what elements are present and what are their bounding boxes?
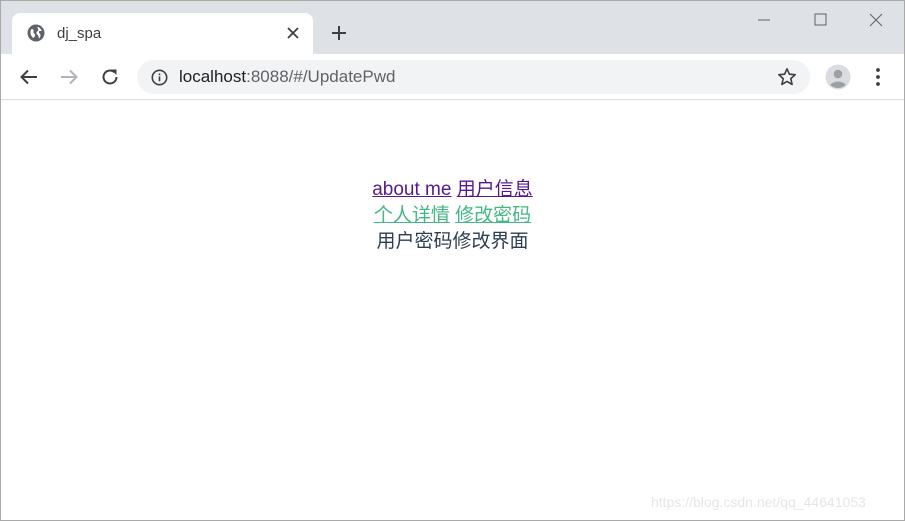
- reload-button[interactable]: [98, 65, 122, 89]
- plus-icon: [332, 26, 346, 40]
- maximize-button[interactable]: [806, 9, 836, 31]
- url-path: :8088/#/UpdatePwd: [246, 67, 396, 86]
- star-icon[interactable]: [777, 67, 797, 87]
- new-tab-button[interactable]: [327, 21, 351, 45]
- nav-link-personal-details[interactable]: 个人详情: [374, 205, 450, 226]
- info-icon[interactable]: [151, 69, 168, 86]
- nav-link-change-password[interactable]: 修改密码: [455, 205, 531, 226]
- secondary-nav: 个人详情 修改密码: [1, 203, 904, 229]
- tab-strip: dj_spa: [1, 1, 904, 54]
- app-root: about me 用户信息 个人详情 修改密码 用户密码修改界面: [1, 177, 904, 255]
- tab-close-button[interactable]: [283, 23, 303, 43]
- globe-icon: [27, 24, 45, 42]
- back-button[interactable]: [17, 65, 41, 89]
- watermark: https://blog.csdn.net/qq_44641053: [651, 494, 866, 510]
- address-bar[interactable]: localhost:8088/#/UpdatePwd: [137, 60, 810, 94]
- nav-link-about-me[interactable]: about me: [372, 179, 451, 200]
- browser-toolbar: localhost:8088/#/UpdatePwd: [1, 54, 904, 100]
- router-view-text: 用户密码修改界面: [376, 231, 529, 252]
- avatar-icon[interactable]: [825, 64, 851, 90]
- minimize-button[interactable]: [749, 9, 779, 31]
- window-close-button[interactable]: [862, 9, 892, 31]
- tab-active[interactable]: dj_spa: [12, 13, 313, 54]
- close-icon: [287, 27, 299, 39]
- kebab-menu-icon[interactable]: [867, 65, 889, 89]
- page-viewport: about me 用户信息 个人详情 修改密码 用户密码修改界面: [1, 101, 904, 520]
- browser-window: dj_spa localhost:8088/#/UpdatePwd about …: [0, 0, 905, 521]
- arrow-left-icon: [20, 69, 37, 85]
- primary-nav: about me 用户信息: [1, 177, 904, 203]
- forward-button[interactable]: [57, 65, 81, 89]
- tab-title: dj_spa: [57, 25, 102, 42]
- reload-icon: [102, 69, 118, 85]
- url-host: localhost: [179, 67, 247, 86]
- arrow-right-icon: [61, 69, 78, 85]
- nav-link-user-info[interactable]: 用户信息: [457, 179, 533, 200]
- url-text[interactable]: localhost:8088/#/UpdatePwd: [179, 67, 395, 87]
